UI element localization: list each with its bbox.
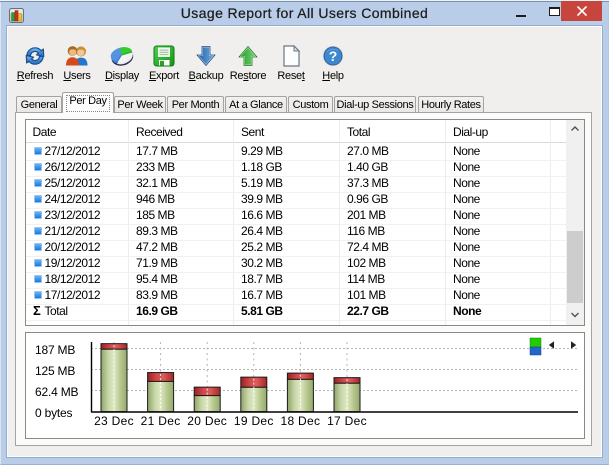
- svg-text:?: ?: [329, 48, 338, 64]
